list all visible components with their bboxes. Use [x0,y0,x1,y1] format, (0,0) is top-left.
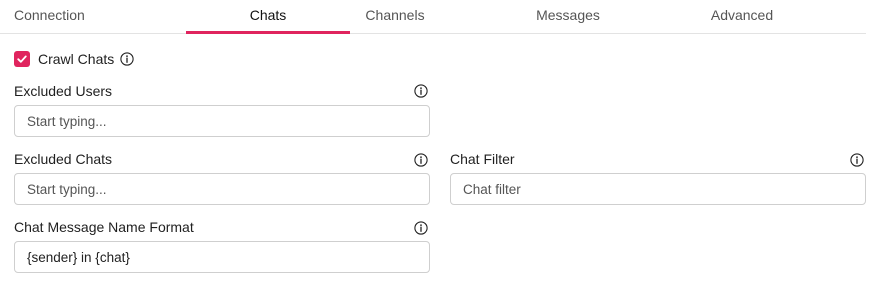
chat-filter-label: Chat Filter [450,151,515,167]
tab-channels[interactable]: Channels [352,0,438,33]
tab-advanced[interactable]: Advanced [694,0,790,33]
tab-messages[interactable]: Messages [520,0,616,33]
tab-bar: Connection Chats Channels Messages Advan… [0,0,866,34]
chat-message-name-format-label: Chat Message Name Format [14,219,194,235]
excluded-users-label: Excluded Users [14,83,113,99]
info-icon[interactable] [120,52,134,66]
excluded-chats-input[interactable] [14,173,430,205]
chat-message-name-format-input[interactable] [14,241,430,273]
info-icon[interactable] [414,221,428,235]
info-icon[interactable] [414,153,428,167]
crawl-chats-label: Crawl Chats [38,51,115,67]
info-icon[interactable] [414,84,428,98]
info-icon[interactable] [850,153,864,167]
crawl-chats-row: Crawl Chats [14,49,134,69]
check-icon [17,55,27,63]
excluded-users-input[interactable] [14,105,430,137]
excluded-chats-label: Excluded Chats [14,151,113,167]
tab-connection[interactable]: Connection [14,0,104,33]
crawl-chats-checkbox[interactable] [14,51,30,67]
tab-chats[interactable]: Chats [186,0,350,34]
chat-filter-input[interactable] [450,173,866,205]
